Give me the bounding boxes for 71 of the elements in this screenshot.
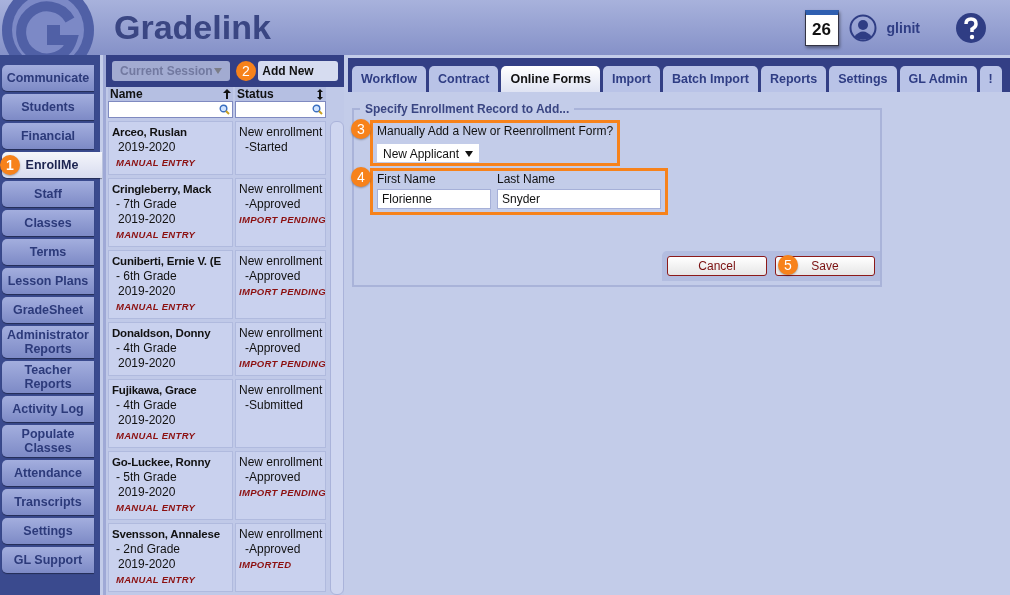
tab[interactable]: Batch Import — [662, 66, 758, 92]
form-legend: Specify Enrollment Record to Add... — [360, 102, 575, 116]
nav-button[interactable]: Classes — [2, 210, 94, 236]
tab[interactable]: ! — [979, 66, 1002, 92]
nav-button[interactable]: Attendance — [2, 460, 94, 486]
name-cell[interactable]: Arceo, Ruslan 2019-2020 MANUAL ENTRY — [108, 121, 233, 175]
tab[interactable]: Reports — [761, 66, 827, 92]
nav-button[interactable]: Staff — [2, 181, 94, 207]
status-cell: New enrollment -Started — [235, 121, 326, 175]
user-name[interactable]: glinit — [886, 19, 920, 36]
nav-button[interactable]: Teacher Reports — [2, 361, 94, 393]
help-icon[interactable] — [956, 12, 986, 43]
status-cell: New enrollment -Approved IMPORT PENDING — [235, 451, 326, 520]
caret-icon — [465, 151, 474, 157]
nav-button[interactable]: Students — [2, 94, 94, 120]
tab[interactable]: Import — [603, 66, 660, 92]
sort-icon[interactable] — [316, 88, 324, 100]
name-cell[interactable]: Svensson, Annalese - 2nd Grade 2019-2020 MANUAL ENTRY — [108, 523, 233, 592]
callout-badge: 1 — [0, 155, 20, 175]
calendar-icon[interactable]: 26 — [804, 9, 839, 46]
callout-badge: 4 — [351, 167, 371, 187]
tab[interactable]: Online Forms — [501, 66, 600, 92]
nav-button[interactable]: Settings — [2, 518, 94, 544]
input-field[interactable]: Florienne — [377, 189, 491, 209]
question-label: Manually Add a New or Reenrollment Form? — [377, 124, 614, 138]
search-icon — [312, 104, 323, 115]
field-label: First Name — [377, 172, 437, 186]
name-cell[interactable]: Cringleberry, Mack - 7th Grade 2019-2020 MANUAL ENTRY — [108, 178, 233, 247]
column-header[interactable]: Name — [108, 87, 233, 101]
status-cell: New enrollment -Approved IMPORT PENDING — [235, 250, 326, 319]
status-cell: New enrollment -Approved IMPORTED — [235, 523, 326, 592]
app-title: Gradelink — [114, 8, 271, 47]
nav-button[interactable]: Populate Classes — [2, 425, 94, 457]
nav-button[interactable]: Financial — [2, 123, 94, 149]
tab[interactable]: GL Admin — [899, 66, 977, 92]
name-cell[interactable]: Cuniberti, Ernie V. (E - 6th Grade 2019-2020 MANUAL ENTRY — [108, 250, 233, 319]
nav-button[interactable]: Administrator Reports — [2, 326, 94, 358]
name-cell[interactable]: Go-Luckee, Ronny - 5th Grade 2019-2020 MANUAL ENTRY — [108, 451, 233, 520]
save-button[interactable]: 5 Save — [775, 256, 875, 276]
nav-button[interactable]: GradeSheet — [2, 297, 94, 323]
input-field[interactable]: Snyder — [497, 189, 661, 209]
tab[interactable]: Workflow — [352, 66, 427, 92]
tab[interactable]: Contract — [429, 66, 499, 92]
status-cell: New enrollment -Submitted — [235, 379, 326, 448]
form-type-select[interactable]: New Applicant — [377, 144, 480, 162]
scrollbar[interactable] — [330, 121, 344, 595]
tab[interactable]: Settings — [829, 66, 897, 92]
cancel-button[interactable]: Cancel — [667, 256, 767, 276]
search-icon — [219, 104, 230, 115]
name-cell[interactable]: Donaldson, Donny - 4th Grade 2019-2020 — [108, 322, 233, 376]
status-cell: New enrollment -Approved IMPORT PENDING — [235, 178, 326, 247]
filter-field[interactable] — [108, 101, 233, 118]
name-cell[interactable]: Fujikawa, Grace - 4th Grade 2019-2020 MANUAL ENTRY — [108, 379, 233, 448]
field-label: Last Name — [497, 172, 557, 186]
nav-button[interactable]: Lesson Plans — [2, 268, 94, 294]
add-new-button[interactable]: Add New — [258, 61, 338, 81]
callout-badge: 3 — [351, 119, 371, 139]
filter-field[interactable] — [235, 101, 326, 118]
nav-button[interactable]: Transcripts — [2, 489, 94, 515]
nav-button[interactable]: Activity Log — [2, 396, 94, 422]
callout-badge: 2 — [236, 61, 256, 81]
sort-up-icon[interactable] — [223, 89, 231, 99]
nav-button[interactable]: GL Support — [2, 547, 94, 573]
status-cell: New enrollment -Approved IMPORT PENDING — [235, 322, 326, 376]
column-header[interactable]: Status — [235, 87, 326, 101]
caret-icon — [214, 68, 222, 74]
nav-button[interactable]: 1 EnrollMe — [2, 152, 102, 178]
nav-button[interactable]: Communicate — [2, 65, 94, 91]
user-avatar-icon[interactable] — [848, 13, 877, 42]
nav-button[interactable]: Terms — [2, 239, 94, 265]
callout-badge: 5 — [778, 255, 798, 275]
